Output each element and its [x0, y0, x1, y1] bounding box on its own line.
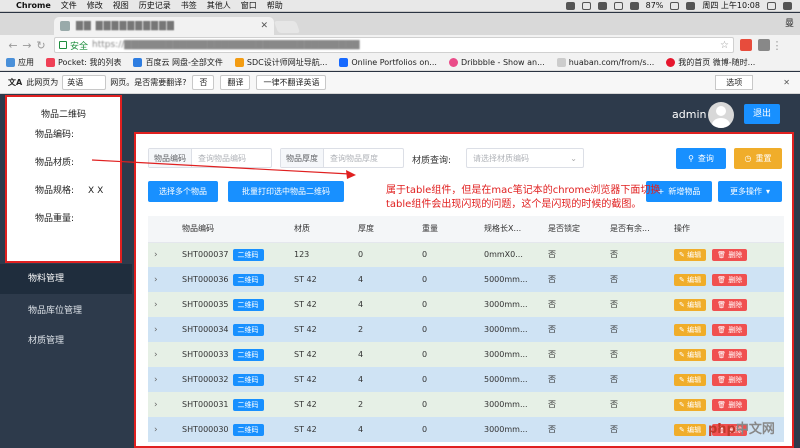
annotation-text: 属于table组件，但是在mac笔记本的chrome浏览器下面切换table组件… — [386, 185, 661, 210]
watermark-main: php — [708, 422, 736, 437]
watermark-logo: php中文网 — [708, 418, 775, 437]
watermark-sub: 中文网 — [735, 422, 775, 437]
annotation-arrow — [91, 159, 356, 179]
